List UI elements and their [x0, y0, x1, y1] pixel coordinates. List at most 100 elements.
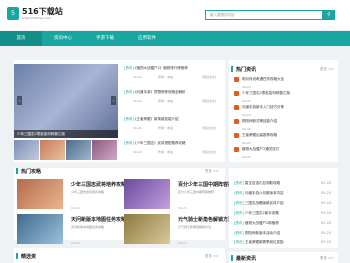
news-item[interactable]: [资讯] 《王者荣耀》新英雄技能介绍 09-24 作者：本站 [阅读全文]	[124, 117, 224, 135]
strategy-item[interactable]: 元气骑士新角色解锁方法 元气骑士新角色解锁方法 09-24	[124, 214, 233, 246]
thumbnail[interactable]	[66, 140, 91, 160]
nav-item-mobile-games[interactable]: 手游下载	[84, 31, 126, 46]
read-more-link[interactable]: [阅读全文]	[202, 75, 216, 79]
news-list-item[interactable]: [资讯] 阴阳师新版本活动介绍 09-24	[234, 231, 334, 239]
thumbnail[interactable]	[14, 140, 39, 160]
news-list-title[interactable]: 星空自选礼包领取攻略	[245, 181, 321, 186]
search-icon[interactable]: ⚲	[323, 10, 335, 20]
hot-news-title-text[interactable]: 明月传说奇遇任务攻略大全	[242, 77, 334, 82]
news-date: 09-24	[133, 150, 142, 154]
news-list-item[interactable]: [资讯] 三国志战略版新武将介绍 09-24	[234, 201, 334, 209]
strategy-item-desc: 天问新版本地图任务攻略	[71, 225, 105, 229]
latest-news-more-link[interactable]: 更多 >>	[320, 256, 334, 261]
news-list-tag[interactable]: [资讯]	[234, 211, 244, 216]
news-list-title[interactable]: 植物大战僵尸2新植物	[245, 221, 321, 226]
news-list-title[interactable]: 王者荣耀新赛季段位奖励	[245, 240, 321, 245]
news-list-title[interactable]: 三国志战略版新武将介绍	[245, 201, 321, 206]
news-list-date: 09-24	[321, 221, 332, 225]
news-list-tag[interactable]: [资讯]	[234, 191, 244, 196]
strategy-item-title[interactable]: 少年三国志武将培养攻略	[71, 181, 126, 188]
search-input[interactable]: 输入要搜的内容	[205, 10, 323, 20]
read-more-link[interactable]: [阅读全文]	[202, 99, 216, 103]
news-date: 09-24	[133, 126, 142, 130]
strategy-item[interactable]: 天问新版本地图任务攻略 天问新版本地图任务攻略 09-24	[17, 214, 126, 246]
read-more-link[interactable]: [阅读全文]	[202, 126, 216, 130]
hot-news-more-link[interactable]: 更多 >>	[320, 67, 334, 72]
main-nav: 首页 资讯中心 手游下载 应用软件	[0, 31, 350, 46]
news-list-tag[interactable]: [资讯]	[234, 221, 244, 226]
hot-news-icon	[234, 119, 239, 124]
nav-item-home[interactable]: 首页	[0, 31, 42, 46]
news-title[interactable]: 《少年三国志》武将搭配推荐攻略	[133, 141, 223, 146]
news-list-item[interactable]: [资讯] 植物大战僵尸2新植物 09-24	[234, 221, 334, 229]
nav-item-news[interactable]: 资讯中心	[42, 31, 84, 46]
news-list-item[interactable]: [资讯] 问道手游六月新版本内容 09-24	[234, 191, 334, 199]
news-author: 作者：本站	[158, 126, 174, 130]
hot-news-item[interactable]: 植物大战僵尸2通关技巧 09-24	[234, 147, 334, 159]
news-list-title[interactable]: 问道手游六月新版本内容	[245, 191, 321, 196]
news-list-date: 09-24	[321, 181, 332, 185]
hot-news-item[interactable]: 少年三国志2零氪如何称霸江湖 09-24	[234, 91, 334, 103]
news-list-tag[interactable]: [资讯]	[234, 231, 244, 236]
strategy-item-title[interactable]: 元气骑士新角色解锁方法	[178, 216, 233, 223]
hot-news-item[interactable]: 阴阳师新式神技能介绍 09-24	[234, 119, 334, 131]
latest-news-title: 最新资讯	[236, 256, 257, 262]
hot-news-title-text[interactable]: 少年三国志2零氪如何称霸江湖	[242, 91, 334, 96]
hot-news-icon	[234, 77, 239, 82]
strategy-item[interactable]: 百分少年三国中期阵容推荐 百分少年三国中期阵容推荐 09-24	[124, 179, 238, 211]
news-list-item[interactable]: [资讯] 少年三国志2新手攻略 09-24	[234, 211, 334, 219]
slider-next-icon[interactable]: ›	[111, 96, 116, 105]
news-item[interactable]: [资讯] 《问道手游》冥想修炼攻略全解析 09-24 作者：本站 [阅读全文]	[124, 90, 224, 108]
site-header: 5 516下载站 www.516down.com 输入要搜的内容 ⚲	[0, 0, 350, 30]
news-list-tag[interactable]: [资讯]	[234, 181, 244, 186]
strategy-item-title[interactable]: 天问新版本地图任务攻略	[71, 216, 126, 223]
section-marker	[231, 66, 233, 72]
news-title[interactable]: 《问道手游》冥想修炼攻略全解析	[133, 90, 223, 95]
news-title[interactable]: 《植物大战僵尸2》植物排行榜推荐	[133, 66, 223, 71]
slider-caption[interactable]: 少年三国志2零氪如何称霸江湖	[14, 130, 118, 138]
hot-news-item[interactable]: 王者荣耀出装推荐攻略 09-24	[234, 133, 334, 145]
news-item[interactable]: [资讯] 《少年三国志》武将搭配推荐攻略 09-24 作者：本站 [阅读全文]	[124, 141, 224, 159]
read-more-link[interactable]: [阅读全文]	[202, 150, 216, 154]
news-item[interactable]: [资讯] 《植物大战僵尸2》植物排行榜推荐 09-24 作者：本站 [阅读全文]	[124, 66, 224, 84]
news-list-date: 09-24	[321, 240, 332, 244]
hot-news-item[interactable]: 问道手游新手入门技巧分享 09-24	[234, 105, 334, 117]
strategy-title: 热门攻略	[21, 169, 42, 175]
hot-news-title-text[interactable]: 王者荣耀出装推荐攻略	[242, 133, 334, 138]
logo-icon[interactable]: 5	[7, 7, 19, 20]
strategy-item-desc: 少年三国志武将培养攻略	[71, 190, 105, 194]
section-marker	[16, 168, 18, 174]
featured-slider[interactable]: 少年三国志2零氪如何称霸江湖	[14, 64, 118, 138]
strategy-thumbnail[interactable]	[124, 214, 170, 244]
hot-news-title-text[interactable]: 植物大战僵尸2通关技巧	[242, 147, 334, 152]
hot-news-date: 09-24	[242, 155, 251, 159]
featured-section-title: 精选资	[21, 254, 37, 260]
strategy-item-date: 09-24	[71, 241, 80, 245]
news-author: 作者：本站	[158, 75, 174, 79]
news-list-title[interactable]: 阴阳师新版本活动介绍	[245, 231, 321, 236]
strategy-thumbnail[interactable]	[124, 179, 170, 209]
news-list-title[interactable]: 少年三国志2新手攻略	[245, 211, 321, 216]
news-title[interactable]: 《王者荣耀》新英雄技能介绍	[133, 117, 223, 122]
hot-news-date: 09-24	[242, 127, 251, 131]
news-list-tag[interactable]: [资讯]	[234, 240, 244, 245]
strategy-more-link[interactable]: 更多 >>	[205, 169, 219, 174]
news-list-item[interactable]: [资讯] 星空自选礼包领取攻略 09-24	[234, 181, 334, 189]
hot-news-icon	[234, 105, 239, 110]
hot-news-title-text[interactable]: 问道手游新手入门技巧分享	[242, 105, 334, 110]
news-list-item[interactable]: [资讯] 王者荣耀新赛季段位奖励 09-24	[234, 240, 334, 248]
featured-section-more-link[interactable]: 更多 >>	[205, 254, 219, 259]
strategy-thumbnail[interactable]	[17, 214, 63, 244]
thumbnail[interactable]	[40, 140, 65, 160]
news-list-tag[interactable]: [资讯]	[234, 201, 244, 206]
hot-news-icon	[234, 91, 239, 96]
nav-item-apps[interactable]: 应用软件	[126, 31, 168, 46]
hot-news-item[interactable]: 明月传说奇遇任务攻略大全 09-24	[234, 77, 334, 89]
slider-prev-icon[interactable]: ‹	[17, 96, 22, 105]
hot-news-title: 热门资讯	[236, 67, 257, 73]
thumbnail[interactable]	[92, 140, 117, 160]
strategy-thumbnail[interactable]	[17, 179, 63, 209]
strategy-item[interactable]: 少年三国志武将培养攻略 少年三国志武将培养攻略 09-24	[17, 179, 126, 211]
hot-news-title-text[interactable]: 阴阳师新式神技能介绍	[242, 119, 334, 124]
strategy-item-date: 09-24	[178, 206, 187, 210]
